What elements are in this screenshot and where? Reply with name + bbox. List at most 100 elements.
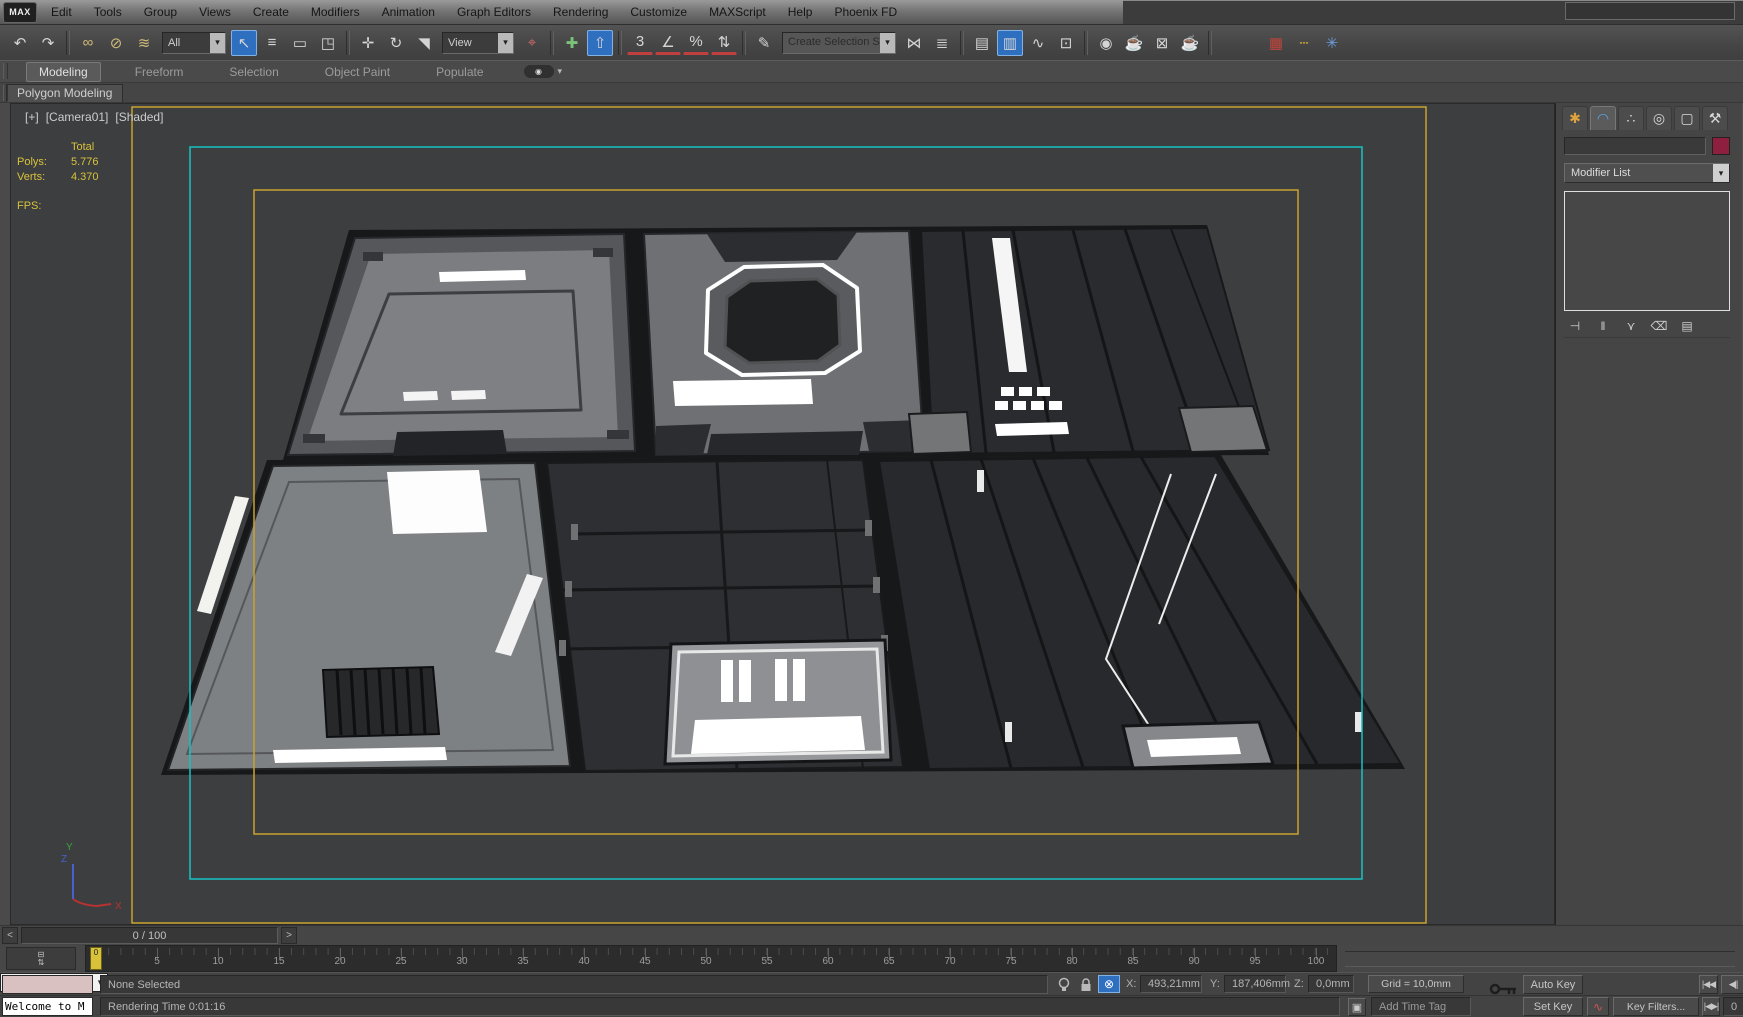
bind-to-space-warp-icon[interactable]: ≋ bbox=[131, 30, 157, 56]
chevron-down-icon[interactable]: ▾ bbox=[558, 66, 563, 77]
next-frame-button[interactable]: > bbox=[281, 927, 297, 944]
macro-recorder-pane[interactable] bbox=[2, 975, 93, 994]
object-color-swatch[interactable] bbox=[1712, 137, 1730, 155]
ribbon-tab-modeling[interactable]: Modeling bbox=[26, 61, 101, 82]
viewport-general-menu[interactable]: [+] bbox=[25, 110, 39, 124]
key-mode-toggle[interactable]: |◀▶| bbox=[1702, 997, 1720, 1016]
render-production-icon[interactable]: ☕ bbox=[1177, 30, 1203, 56]
set-key-button[interactable]: Set Key bbox=[1523, 997, 1583, 1016]
select-and-move-icon[interactable]: ✛ bbox=[355, 30, 381, 56]
menu-animation[interactable]: Animation bbox=[371, 0, 446, 24]
y-coordinate-field[interactable]: 187,406mm bbox=[1224, 975, 1290, 993]
menu-create[interactable]: Create bbox=[242, 0, 300, 24]
selection-lock-icon[interactable] bbox=[1079, 977, 1093, 992]
timeline-ruler[interactable]: 0 5 10 15 20 25 30 35 40 45 50 55 60 65 70 75 80 85 90 95 1… bbox=[85, 945, 1337, 972]
align-icon[interactable]: ≣ bbox=[929, 30, 955, 56]
mirror-icon[interactable]: ⋈ bbox=[901, 30, 927, 56]
manage-layers-icon[interactable]: ▤ bbox=[969, 30, 995, 56]
menu-phoenix-fd[interactable]: Phoenix FD bbox=[823, 0, 908, 24]
x-coordinate-field[interactable]: 493,21mm bbox=[1140, 975, 1202, 993]
menu-tools[interactable]: Tools bbox=[83, 0, 133, 24]
redo-icon[interactable]: ↷ bbox=[35, 30, 61, 56]
modify-tab[interactable]: ◠ bbox=[1590, 106, 1616, 130]
render-setup-icon[interactable]: ☕ bbox=[1121, 30, 1147, 56]
snaps-toggle-icon[interactable]: 3 bbox=[627, 31, 653, 55]
display-tab[interactable]: ▢ bbox=[1674, 106, 1700, 130]
menu-views[interactable]: Views bbox=[188, 0, 242, 24]
default-tangents-icon[interactable]: ∿ bbox=[1587, 997, 1609, 1016]
hierarchy-tab[interactable]: ∴ bbox=[1618, 106, 1644, 130]
ribbon-tab-selection[interactable]: Selection bbox=[217, 63, 290, 81]
edit-named-selection-sets-icon[interactable]: ✎ bbox=[751, 30, 777, 56]
selection-filter-dropdown[interactable]: All ▾ bbox=[162, 31, 226, 54]
schematic-view-icon[interactable]: ⊡ bbox=[1053, 30, 1079, 56]
viewport-canvas[interactable]: Y Z X bbox=[11, 104, 1554, 924]
material-editor-icon[interactable]: ◉ bbox=[1093, 30, 1119, 56]
menu-modifiers[interactable]: Modifiers bbox=[300, 0, 371, 24]
spinner-snap-icon[interactable]: ⇅ bbox=[711, 31, 737, 55]
modifier-list-dropdown[interactable]: Modifier List ▾ bbox=[1564, 163, 1730, 183]
polygon-modeling-panel-tab[interactable]: Polygon Modeling bbox=[6, 84, 124, 102]
auto-key-button[interactable]: Auto Key bbox=[1523, 975, 1583, 994]
ribbon-tab-freeform[interactable]: Freeform bbox=[123, 63, 196, 81]
angle-snap-icon[interactable]: ∠ bbox=[655, 31, 681, 55]
key-filters-button[interactable]: Key Filters... bbox=[1613, 997, 1699, 1016]
remove-modifier-button[interactable]: ⌫ bbox=[1648, 317, 1670, 335]
viewport-shading-menu[interactable]: [Shaded] bbox=[115, 110, 163, 124]
application-menu-button[interactable]: MAX bbox=[3, 2, 37, 23]
previous-frame-playback-button[interactable]: ◀|| bbox=[1721, 975, 1743, 994]
current-frame-field[interactable]: 0 bbox=[1723, 997, 1743, 1016]
named-selection-sets-dropdown[interactable]: Create Selection Se ▾ bbox=[782, 31, 896, 54]
show-end-result-button[interactable]: ‖ bbox=[1592, 317, 1614, 335]
viewport[interactable]: Y Z X [+] [Camera01] [Shaded] Total Poly… bbox=[10, 103, 1555, 925]
rectangular-selection-region-icon[interactable]: ▭ bbox=[287, 30, 313, 56]
select-and-manipulate-icon[interactable]: ✚ bbox=[559, 30, 585, 56]
open-mini-curve-editor-button[interactable]: ⊟ ⇅ bbox=[6, 947, 76, 970]
menu-maxscript[interactable]: MAXScript bbox=[698, 0, 777, 24]
maxscript-mini-listener[interactable]: Welcome to M bbox=[2, 997, 93, 1016]
absolute-offset-mode-button[interactable]: ⊗ bbox=[1098, 975, 1120, 993]
object-name-field[interactable] bbox=[1564, 137, 1706, 155]
timeline-current-frame-marker[interactable]: 0 bbox=[90, 947, 102, 970]
add-time-tag-field[interactable]: Add Time Tag bbox=[1371, 997, 1471, 1016]
use-center-flyout-icon[interactable]: ⌖ bbox=[519, 30, 545, 56]
keyboard-shortcut-override-icon[interactable]: ⇧ bbox=[587, 29, 613, 56]
previous-frame-button[interactable]: < bbox=[2, 927, 18, 944]
pin-stack-button[interactable]: ⊣ bbox=[1564, 317, 1586, 335]
ribbon-tab-populate[interactable]: Populate bbox=[424, 63, 495, 81]
menu-rendering[interactable]: Rendering bbox=[542, 0, 619, 24]
create-tab[interactable]: ✱ bbox=[1562, 106, 1588, 130]
menu-group[interactable]: Group bbox=[133, 0, 188, 24]
modifier-stack-list[interactable] bbox=[1564, 191, 1730, 311]
curve-editor-icon[interactable]: ∿ bbox=[1025, 30, 1051, 56]
select-and-rotate-icon[interactable]: ↻ bbox=[383, 30, 409, 56]
time-slider[interactable]: 0 / 100 bbox=[21, 927, 278, 944]
select-and-scale-icon[interactable]: ◥ bbox=[411, 30, 437, 56]
ribbon-grip[interactable] bbox=[3, 63, 8, 79]
menu-help[interactable]: Help bbox=[777, 0, 824, 24]
percent-snap-icon[interactable]: % bbox=[683, 31, 709, 55]
viewport-pov-menu[interactable]: [Camera01] bbox=[46, 110, 109, 124]
phoenix-grid-icon[interactable]: ▦ bbox=[1263, 30, 1289, 56]
go-to-start-button[interactable]: |◀◀ bbox=[1699, 975, 1718, 994]
phoenix-particles-icon[interactable]: ✳ bbox=[1319, 30, 1345, 56]
menu-edit[interactable]: Edit bbox=[40, 0, 83, 24]
ribbon-display-toggle-icon[interactable]: ◉ bbox=[523, 65, 554, 78]
undo-icon[interactable]: ↶ bbox=[7, 30, 33, 56]
unlink-selection-icon[interactable]: ⊘ bbox=[103, 30, 129, 56]
menu-graph-editors[interactable]: Graph Editors bbox=[446, 0, 542, 24]
reference-coordinate-system-dropdown[interactable]: View ▾ bbox=[442, 31, 514, 54]
make-unique-button[interactable]: ⋎ bbox=[1620, 317, 1642, 335]
toggle-scene-explorer-icon[interactable]: ▥ bbox=[997, 29, 1023, 56]
window-crossing-icon[interactable]: ◳ bbox=[315, 30, 341, 56]
ribbon-tab-object-paint[interactable]: Object Paint bbox=[313, 63, 402, 81]
z-coordinate-field[interactable]: 0,0mm bbox=[1308, 975, 1354, 993]
select-and-link-icon[interactable]: ∞ bbox=[75, 30, 101, 56]
isolate-selection-icon[interactable] bbox=[1057, 977, 1071, 992]
select-object-icon[interactable]: ↖ bbox=[231, 29, 257, 56]
ribbon-grip2[interactable] bbox=[3, 85, 8, 101]
motion-tab[interactable]: ◎ bbox=[1646, 106, 1672, 130]
utilities-tab[interactable]: ⚒ bbox=[1702, 106, 1728, 130]
menu-customize[interactable]: Customize bbox=[619, 0, 698, 24]
phoenix-ruler-icon[interactable]: ┄ bbox=[1291, 30, 1317, 56]
